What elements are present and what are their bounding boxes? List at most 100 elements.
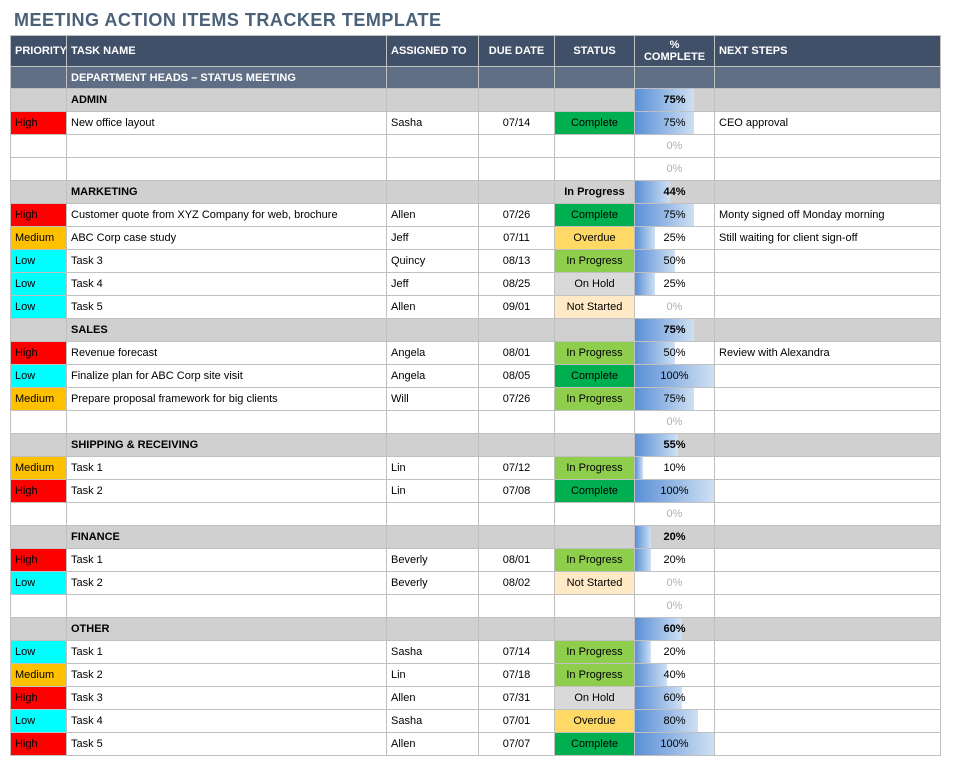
priority-cell: Low: [11, 641, 67, 664]
table-row: HighRevenue forecastAngela08/01In Progre…: [11, 342, 941, 365]
priority-cell: Low: [11, 572, 67, 595]
assigned-cell: Beverly: [387, 572, 479, 595]
due-cell: [479, 411, 555, 434]
assigned-cell: [387, 595, 479, 618]
due-cell: 07/14: [479, 641, 555, 664]
due-cell: 07/12: [479, 457, 555, 480]
table-row: LowTask 2Beverly08/02Not Started0%: [11, 572, 941, 595]
pct-cell: 75%: [635, 388, 715, 411]
due-cell: 07/14: [479, 112, 555, 135]
section-row: OTHER60%: [11, 618, 941, 641]
table-row: 0%: [11, 411, 941, 434]
next-steps-cell: Monty signed off Monday morning: [715, 204, 941, 227]
table-row: HighCustomer quote from XYZ Company for …: [11, 204, 941, 227]
next-steps-cell: CEO approval: [715, 112, 941, 135]
next-steps-cell: [715, 158, 941, 181]
assigned-cell: Sasha: [387, 641, 479, 664]
table-row: MediumABC Corp case studyJeff07/11Overdu…: [11, 227, 941, 250]
task-cell: [67, 135, 387, 158]
next-steps-cell: Review with Alexandra: [715, 342, 941, 365]
assigned-cell: Angela: [387, 365, 479, 388]
pct-cell: 100%: [635, 480, 715, 503]
status-cell: In Progress: [555, 388, 635, 411]
due-cell: 08/13: [479, 250, 555, 273]
assigned-cell: Allen: [387, 733, 479, 756]
task-cell: Revenue forecast: [67, 342, 387, 365]
due-cell: [479, 135, 555, 158]
status-cell: In Progress: [555, 457, 635, 480]
status-cell: On Hold: [555, 273, 635, 296]
priority-cell: Medium: [11, 664, 67, 687]
status-cell: [555, 411, 635, 434]
due-cell: [479, 595, 555, 618]
table-row: 0%: [11, 503, 941, 526]
due-cell: 07/01: [479, 710, 555, 733]
page-title: MEETING ACTION ITEMS TRACKER TEMPLATE: [10, 10, 944, 31]
due-cell: [479, 503, 555, 526]
priority-cell: High: [11, 733, 67, 756]
pct-cell: 75%: [635, 319, 715, 342]
priority-cell: High: [11, 549, 67, 572]
meeting-title: DEPARTMENT HEADS – STATUS MEETING: [67, 67, 387, 89]
next-steps-cell: [715, 503, 941, 526]
pct-cell: 20%: [635, 549, 715, 572]
task-cell: Task 5: [67, 296, 387, 319]
section-row: FINANCE20%: [11, 526, 941, 549]
status-cell: [555, 595, 635, 618]
assigned-cell: Lin: [387, 664, 479, 687]
status-cell: In Progress: [555, 250, 635, 273]
priority-cell: [11, 158, 67, 181]
task-cell: [67, 158, 387, 181]
next-steps-cell: [715, 572, 941, 595]
task-cell: Task 1: [67, 641, 387, 664]
header-status: STATUS: [555, 36, 635, 67]
pct-cell: 0%: [635, 503, 715, 526]
due-cell: 07/08: [479, 480, 555, 503]
due-cell: [479, 158, 555, 181]
table-row: LowTask 1Sasha07/14In Progress20%: [11, 641, 941, 664]
pct-cell: 25%: [635, 227, 715, 250]
status-cell: Complete: [555, 112, 635, 135]
pct-cell: 100%: [635, 733, 715, 756]
status-cell: Complete: [555, 204, 635, 227]
section-row: SHIPPING & RECEIVING55%: [11, 434, 941, 457]
section-name: SALES: [67, 319, 387, 342]
next-steps-cell: [715, 549, 941, 572]
pct-cell: 0%: [635, 411, 715, 434]
assigned-cell: Allen: [387, 204, 479, 227]
task-cell: [67, 595, 387, 618]
status-cell: Not Started: [555, 572, 635, 595]
task-cell: Task 1: [67, 549, 387, 572]
table-row: MediumTask 1Lin07/12In Progress10%: [11, 457, 941, 480]
next-steps-cell: [715, 250, 941, 273]
next-steps-cell: [715, 457, 941, 480]
section-status: In Progress: [555, 181, 635, 204]
next-steps-cell: [715, 595, 941, 618]
pct-cell: 55%: [635, 434, 715, 457]
task-cell: Customer quote from XYZ Company for web,…: [67, 204, 387, 227]
priority-cell: High: [11, 112, 67, 135]
meeting-row: DEPARTMENT HEADS – STATUS MEETING: [11, 67, 941, 89]
section-row: MARKETINGIn Progress44%: [11, 181, 941, 204]
table-row: HighTask 1Beverly08/01In Progress20%: [11, 549, 941, 572]
next-steps-cell: Still waiting for client sign-off: [715, 227, 941, 250]
pct-cell: 50%: [635, 250, 715, 273]
status-cell: Overdue: [555, 227, 635, 250]
pct-cell: 0%: [635, 572, 715, 595]
due-cell: 07/18: [479, 664, 555, 687]
task-cell: Task 1: [67, 457, 387, 480]
status-cell: In Progress: [555, 342, 635, 365]
next-steps-cell: [715, 411, 941, 434]
priority-cell: High: [11, 342, 67, 365]
table-row: HighTask 5Allen07/07Complete100%: [11, 733, 941, 756]
table-row: HighNew office layoutSasha07/14Complete7…: [11, 112, 941, 135]
priority-cell: Low: [11, 296, 67, 319]
status-cell: Complete: [555, 365, 635, 388]
pct-cell: 0%: [635, 135, 715, 158]
assigned-cell: [387, 135, 479, 158]
pct-cell: 75%: [635, 89, 715, 112]
assigned-cell: Lin: [387, 480, 479, 503]
next-steps-cell: [715, 733, 941, 756]
assigned-cell: Jeff: [387, 227, 479, 250]
task-cell: Task 2: [67, 664, 387, 687]
